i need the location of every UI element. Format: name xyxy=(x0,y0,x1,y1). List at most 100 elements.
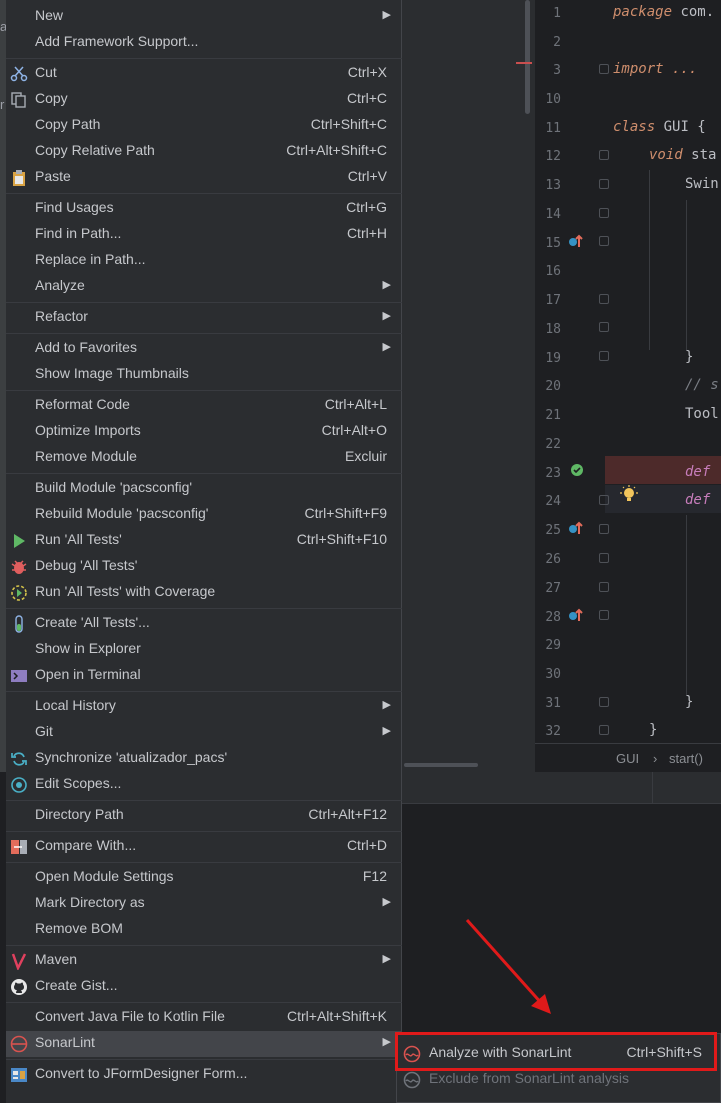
override-icon[interactable] xyxy=(568,607,584,623)
menu-item-label: Create Gist... xyxy=(35,977,118,993)
menu-item-cut[interactable]: Cut Ctrl+X xyxy=(6,61,402,87)
submenu-arrow-icon: ▶ xyxy=(382,278,391,291)
line-number: 13 xyxy=(545,178,561,193)
menu-item-label: Add Framework Support... xyxy=(35,33,199,49)
menu-item-copy-relative-path[interactable]: Copy Relative Path Ctrl+Alt+Shift+C xyxy=(6,139,402,165)
menu-item-optimize-imports[interactable]: Optimize Imports Ctrl+Alt+O xyxy=(6,419,402,445)
menu-item-debug-all-tests[interactable]: Debug 'All Tests' xyxy=(6,554,402,580)
horizontal-scrollbar[interactable] xyxy=(404,763,478,767)
fold-marker[interactable] xyxy=(599,236,609,246)
menu-item-synchronize-atualizador-pacs[interactable]: Synchronize 'atualizador_pacs' xyxy=(6,746,402,772)
menu-item-add-framework-support[interactable]: Add Framework Support... xyxy=(6,30,402,56)
menu-item-copy-path[interactable]: Copy Path Ctrl+Shift+C xyxy=(6,113,402,139)
breadcrumb-class[interactable]: GUI xyxy=(616,751,639,766)
menu-item-add-to-favorites[interactable]: Add to Favorites ▶ xyxy=(6,336,402,362)
menu-item-label: Copy Path xyxy=(35,116,101,132)
code-editor[interactable]: 1 2 3 10 11 12 13 14 15 16 17 18 19 20 21 22 23 24 25 26 27 2… xyxy=(535,0,721,743)
code-line: import ... xyxy=(613,61,698,77)
menu-item-git[interactable]: Git ▶ xyxy=(6,720,402,746)
menu-item-label: Run 'All Tests' with Coverage xyxy=(35,583,216,599)
fold-marker[interactable] xyxy=(599,495,609,505)
check-icon[interactable] xyxy=(570,463,584,477)
line-number: 29 xyxy=(545,638,561,653)
menu-item-run-all-tests[interactable]: Run 'All Tests' Ctrl+Shift+F10 xyxy=(6,528,402,554)
menu-item-label: Compare With... xyxy=(35,837,137,853)
menu-item-label: Convert to JFormDesigner Form... xyxy=(35,1065,248,1081)
submenu-arrow-icon: ▶ xyxy=(382,1035,391,1048)
fold-marker[interactable] xyxy=(599,553,609,563)
fold-marker[interactable] xyxy=(599,322,609,332)
line-number: 31 xyxy=(545,696,561,711)
fold-marker[interactable] xyxy=(599,582,609,592)
fold-marker[interactable] xyxy=(599,610,609,620)
menu-item-label: Git xyxy=(35,723,53,739)
menu-item-edit-scopes[interactable]: Edit Scopes... xyxy=(6,772,402,798)
menu-item-directory-path[interactable]: Directory Path Ctrl+Alt+F12 xyxy=(6,803,402,829)
menu-item-shortcut: Ctrl+V xyxy=(347,168,387,184)
breadcrumb-method[interactable]: start() xyxy=(669,751,703,766)
menu-item-find-usages[interactable]: Find Usages Ctrl+G xyxy=(6,196,402,222)
test-tube-icon xyxy=(10,615,28,633)
fold-marker[interactable] xyxy=(599,524,609,534)
menu-item-label: Optimize Imports xyxy=(35,422,141,438)
menu-item-open-module-settings[interactable]: Open Module Settings F12 xyxy=(6,865,402,891)
fold-marker[interactable] xyxy=(599,208,609,218)
line-number: 11 xyxy=(545,121,561,136)
menu-item-build-module-pacsconfig[interactable]: Build Module 'pacsconfig' xyxy=(6,476,402,502)
menu-item-show-in-explorer[interactable]: Show in Explorer xyxy=(6,637,402,663)
menu-item-new[interactable]: New ▶ xyxy=(6,4,402,30)
menu-item-compare-with[interactable]: Compare With... Ctrl+D xyxy=(6,834,402,860)
menu-item-create-all-tests[interactable]: Create 'All Tests'... xyxy=(6,611,402,637)
menu-item-run-all-tests-with-coverage[interactable]: Run 'All Tests' with Coverage xyxy=(6,580,402,606)
fold-marker[interactable] xyxy=(599,150,609,160)
menu-item-replace-in-path[interactable]: Replace in Path... xyxy=(6,248,402,274)
menu-item-find-in-path[interactable]: Find in Path... Ctrl+H xyxy=(6,222,402,248)
fold-marker[interactable] xyxy=(599,179,609,189)
menu-item-copy[interactable]: Copy Ctrl+C xyxy=(6,87,402,113)
menu-separator xyxy=(6,193,402,194)
left-edge-text: r xyxy=(0,97,5,112)
menu-separator xyxy=(6,1059,402,1060)
menu-item-rebuild-module-pacsconfig[interactable]: Rebuild Module 'pacsconfig' Ctrl+Shift+F9 xyxy=(6,502,402,528)
menu-item-convert-java-file-to-kotlin-file[interactable]: Convert Java File to Kotlin File Ctrl+Alt… xyxy=(6,1005,402,1031)
menu-item-refactor[interactable]: Refactor ▶ xyxy=(6,305,402,331)
menu-item-mark-directory-as[interactable]: Mark Directory as ▶ xyxy=(6,891,402,917)
menu-item-local-history[interactable]: Local History ▶ xyxy=(6,694,402,720)
scope-icon xyxy=(10,776,28,794)
menu-item-remove-bom[interactable]: Remove BOM xyxy=(6,917,402,943)
menu-item-remove-module[interactable]: Remove Module Excluir xyxy=(6,445,402,471)
fold-marker[interactable] xyxy=(599,351,609,361)
code-line: } xyxy=(685,349,694,365)
vertical-scrollbar[interactable] xyxy=(525,0,530,114)
code-line: } xyxy=(685,694,694,710)
submenu-arrow-icon: ▶ xyxy=(382,952,391,965)
override-icon[interactable] xyxy=(568,233,584,249)
menu-item-reformat-code[interactable]: Reformat Code Ctrl+Alt+L xyxy=(6,393,402,419)
menu-item-shortcut: Ctrl+H xyxy=(346,225,387,241)
menu-item-show-image-thumbnails[interactable]: Show Image Thumbnails xyxy=(6,362,402,388)
menu-item-analyze[interactable]: Analyze ▶ xyxy=(6,274,402,300)
menu-item-create-gist[interactable]: Create Gist... xyxy=(6,974,402,1000)
line-number: 23 xyxy=(545,466,561,481)
lightbulb-icon[interactable] xyxy=(620,485,638,505)
line-number: 24 xyxy=(545,494,561,509)
line-number: 25 xyxy=(545,523,561,538)
line-number: 30 xyxy=(545,667,561,682)
menu-item-convert-to-jformdesigner-form[interactable]: Convert to JFormDesigner Form... xyxy=(6,1062,402,1088)
error-stripe-marker[interactable] xyxy=(516,62,532,64)
red-arrow-annotation xyxy=(465,919,551,1014)
menu-item-label: Debug 'All Tests' xyxy=(35,557,138,573)
cut-icon xyxy=(10,65,28,83)
fold-marker[interactable] xyxy=(599,725,609,735)
menu-item-maven[interactable]: Maven ▶ xyxy=(6,948,402,974)
menu-item-sonarlint[interactable]: SonarLint ▶ xyxy=(6,1031,402,1057)
fold-marker[interactable] xyxy=(599,64,609,74)
menu-item-paste[interactable]: Paste Ctrl+V xyxy=(6,165,402,191)
menu-item-label: Analyze xyxy=(35,277,85,293)
fold-marker[interactable] xyxy=(599,697,609,707)
menu-separator xyxy=(6,862,402,863)
menu-item-open-in-terminal[interactable]: Open in Terminal xyxy=(6,663,402,689)
override-icon[interactable] xyxy=(568,520,584,536)
submenu-arrow-icon: ▶ xyxy=(382,895,391,908)
fold-marker[interactable] xyxy=(599,294,609,304)
